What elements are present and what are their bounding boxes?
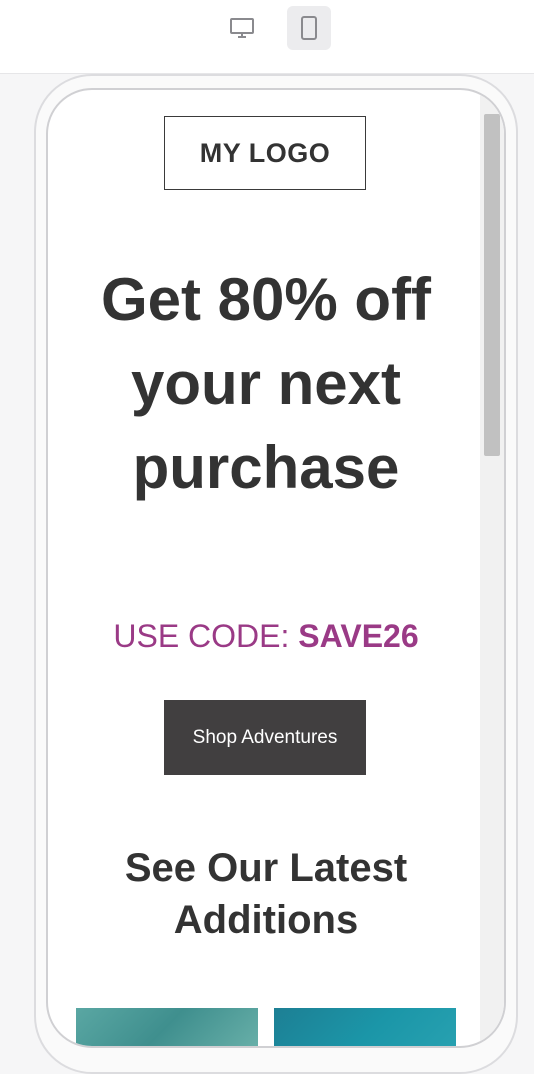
scrollbar[interactable] <box>480 90 504 1046</box>
logo[interactable]: MY LOGO <box>164 116 366 190</box>
section-title: See Our Latest Additions <box>124 846 408 942</box>
desktop-view-button[interactable] <box>220 6 264 50</box>
email-preview-screen: MY LOGO Get 80% off your next purchase U… <box>46 88 506 1048</box>
mobile-view-button[interactable] <box>287 6 331 50</box>
shop-adventures-button[interactable]: Shop Adventures <box>164 700 366 775</box>
scrollbar-thumb[interactable] <box>484 114 500 456</box>
product-image-1[interactable] <box>76 1008 258 1046</box>
desktop-icon <box>229 16 255 40</box>
preview-toolbar <box>0 0 534 74</box>
product-image-2[interactable] <box>274 1008 456 1046</box>
promo-code: SAVE26 <box>298 618 419 654</box>
promo-line: USE CODE: SAVE26 <box>68 618 464 655</box>
headline: Get 80% off your next purchase <box>100 266 432 501</box>
mobile-icon <box>300 15 318 41</box>
promo-prefix: USE CODE: <box>113 618 299 654</box>
